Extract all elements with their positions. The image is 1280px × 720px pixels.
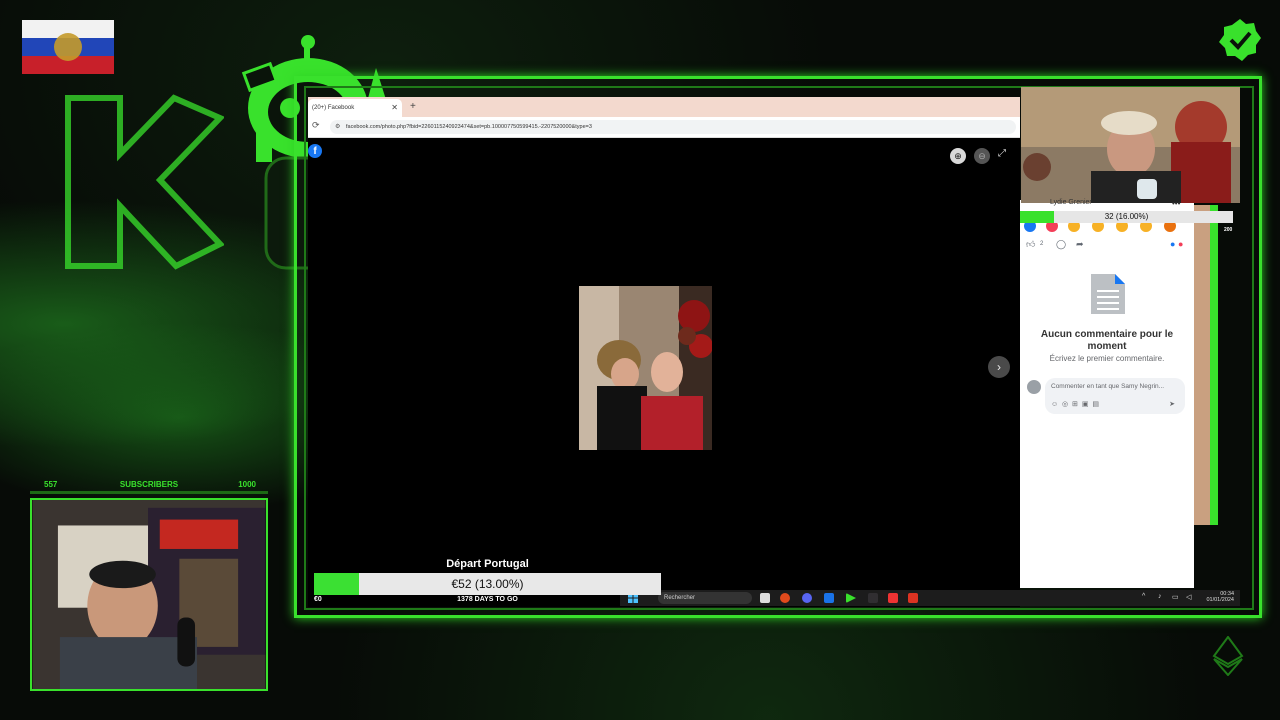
like-button-icon[interactable]: 👍︎ [1026,239,1035,250]
fullscreen-icon[interactable]: ⤢ [998,148,1006,159]
post-actions-row: 👍︎ 2 ◯ ➦ ● ● [1026,239,1190,251]
tab-title: (20+) Facebook [312,105,355,111]
send-icon[interactable]: ➤ [1169,400,1175,408]
donation-goal-widget: Départ Portugal €52 (13.00%) €0 1378 DAY… [314,558,661,604]
app-icon[interactable] [824,593,834,603]
youtube-icon[interactable] [888,593,898,603]
reload-icon[interactable]: ⟳ [312,120,320,131]
tab-bar: (20+) Facebook ✕ + [308,97,1020,117]
facebook-logo-icon[interactable]: f [308,144,322,158]
url-field[interactable]: ⚙ facebook.com/photo.php?fbid=2260115240… [330,120,1016,134]
zoom-in-icon[interactable]: ⊕ [950,148,966,164]
subscribers-target: 1000 [238,480,256,489]
reaction-summary-icon: ● [1170,239,1176,249]
no-comments-title: Aucun commentaire pour le moment [1040,329,1174,352]
facebook-photo [579,286,712,450]
microphone-icon[interactable]: ♪ [1158,593,1162,600]
brave-browser-icon[interactable] [780,593,790,603]
reaction-summary-love-icon: ● [1178,239,1184,249]
more-options-icon[interactable]: ••• [1172,199,1180,208]
play-icon[interactable] [846,593,856,603]
clock-date: 01/01/2024 [1206,597,1234,603]
background-window-strip [1194,205,1210,525]
post-author-name[interactable]: Lydie Grenier [1050,199,1092,206]
goal-title: Départ Portugal [446,558,529,570]
url-text: facebook.com/photo.php?fbid=226011524092… [346,124,592,130]
acrobat-icon[interactable] [908,593,918,603]
address-bar: ⟳ ⚙ facebook.com/photo.php?fbid=22601152… [308,117,1020,138]
taskbar-search-input[interactable]: Rechercher [658,592,752,604]
russian-flag-icon [22,20,114,74]
file-explorer-icon[interactable] [760,593,770,603]
follower-goal-bar: 32 (16.00%) [1020,211,1233,223]
subscribers-goal: 557 SUBSCRIBERS 1000 [30,478,268,494]
comment-button-icon[interactable]: ◯ [1056,239,1066,250]
subscribers-label: SUBSCRIBERS [119,480,179,489]
verified-badge-icon [1219,19,1261,61]
channel-logo-icon [65,94,224,270]
discord-icon[interactable] [802,593,812,603]
goal-amount: €52 (13.00%) [451,577,524,591]
windows-taskbar: Rechercher ^ ♪ ▭ ◁ 00:34 01/01/2024 [620,590,1240,606]
subscribers-progress-line [30,491,268,494]
overlay-accent-strip [1210,205,1218,525]
tab-close-icon[interactable]: ✕ [391,99,398,117]
emoji-icon[interactable]: ☺ [1051,401,1058,408]
monitor-icon[interactable]: ▭ [1172,593,1179,601]
comment-input[interactable]: Commenter en tant que Samy Negrin... [1051,383,1164,390]
no-comments-subtitle: Écrivez le premier commentaire. [1049,354,1165,363]
goal-days-remaining: 1378 DAYS TO GO [457,596,518,603]
photo-viewer: f ⊕ ⊖ ⤢ › [308,138,1020,607]
document-icon [1091,274,1125,314]
attachment-icon[interactable]: ▤ [1092,401,1099,408]
gif-icon[interactable]: ⊞ [1072,401,1078,408]
ethereum-icon [1212,636,1244,676]
taskbar-clock[interactable]: 00:34 01/01/2024 [1206,591,1234,603]
webcam-bottom [30,498,268,691]
sticker-icon[interactable]: ▣ [1082,401,1089,408]
tab-facebook[interactable]: (20+) Facebook ✕ [308,99,402,117]
comment-input-box[interactable]: Commenter en tant que Samy Negrin... ☺ ◎… [1045,378,1185,414]
follower-goal-text: 32 (16.00%) [1104,212,1149,221]
follower-goal-max: 200 [1224,227,1233,233]
volume-icon[interactable]: ◁ [1186,593,1191,601]
obs-icon[interactable] [868,593,878,603]
next-photo-button[interactable]: › [988,356,1010,378]
goal-progress-bar: €52 (13.00%) [314,573,661,595]
browser-window: (20+) Facebook ✕ + ⟳ ⚙ facebook.com/phot… [308,97,1020,607]
avatar [1027,380,1041,394]
like-count: 2 [1040,241,1044,247]
comment-tools: ☺ ◎ ⊞ ▣ ▤ ➤ [1051,400,1181,410]
tray-chevron-icon[interactable]: ^ [1142,593,1145,600]
new-tab-button[interactable]: + [410,99,416,115]
share-button-icon[interactable]: ➦ [1076,239,1084,250]
site-info-icon[interactable]: ⚙ [335,120,340,134]
webcam-top [1021,87,1240,203]
zoom-out-icon[interactable]: ⊖ [974,148,990,164]
camera-icon[interactable]: ◎ [1062,401,1068,408]
